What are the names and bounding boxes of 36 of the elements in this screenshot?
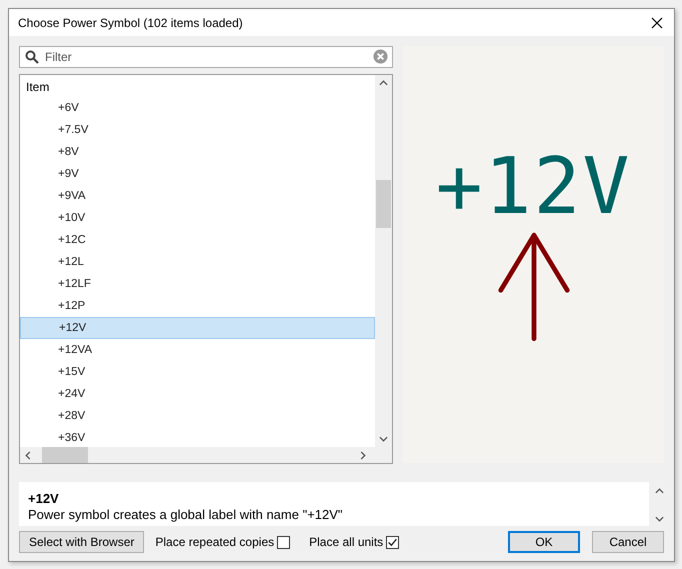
list-item[interactable]: +6V (20, 97, 375, 119)
description-text: Power symbol creates a global label with name "+12V" (28, 507, 344, 523)
checkbox[interactable] (386, 536, 400, 548)
list-item[interactable]: +12V (20, 317, 375, 339)
scroll-thumb[interactable] (42, 447, 88, 463)
select-with-browser-button[interactable]: Select with Browser (19, 531, 144, 553)
list-item[interactable]: +8V (20, 141, 375, 163)
list-item[interactable]: +15V (20, 361, 375, 383)
symbol-label: +12V (436, 152, 632, 222)
list-item[interactable]: +36V (20, 427, 375, 447)
window-title: Choose Power Symbol (102 items loaded) (18, 16, 244, 30)
scroll-thumb[interactable] (376, 180, 391, 228)
column-header[interactable]: Item (20, 75, 375, 97)
clear-icon[interactable] (373, 49, 388, 64)
list-item[interactable]: +7.5V (20, 119, 375, 141)
list-item[interactable]: +12P (20, 295, 375, 317)
filter-field[interactable]: Filter (19, 46, 393, 68)
list-item[interactable]: +24V (20, 383, 375, 405)
description-title: +12V (28, 491, 60, 507)
cancel-button[interactable]: Cancel (592, 531, 664, 553)
list-item[interactable]: +12VA (20, 339, 375, 361)
list-item[interactable]: +10V (20, 207, 375, 229)
list-item[interactable]: +12L (20, 251, 375, 273)
list-item[interactable]: +9VA (20, 185, 375, 207)
ok-button[interactable]: OK (508, 531, 580, 553)
vertical-scrollbar[interactable] (375, 75, 392, 447)
list-item[interactable]: +28V (20, 405, 375, 427)
arrow-icon (496, 230, 572, 342)
list-item[interactable]: +9V (20, 163, 375, 185)
list-item[interactable]: +12C (20, 229, 375, 251)
horizontal-scrollbar[interactable] (20, 447, 392, 463)
option-label: Place repeated copies (155, 535, 274, 549)
close-icon[interactable] (651, 16, 663, 28)
option-label: Place all units (309, 535, 384, 549)
checkbox[interactable] (277, 536, 290, 548)
list-item[interactable]: +12LF (20, 273, 375, 295)
